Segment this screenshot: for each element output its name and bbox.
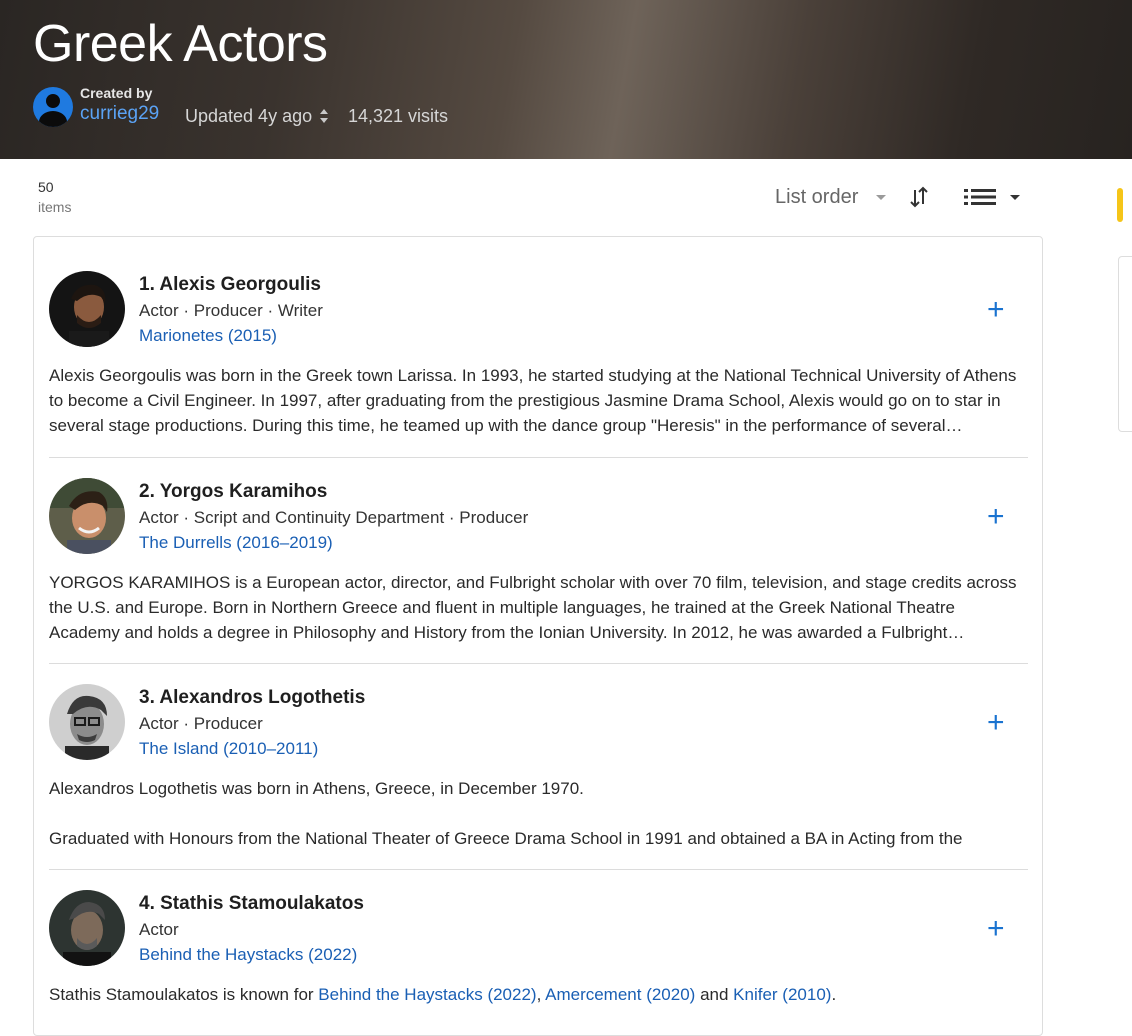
accent-bar [1117, 188, 1123, 222]
bio-title-link[interactable]: Amercement (2020) [545, 985, 695, 1004]
bio-text: . [831, 985, 837, 1004]
actor-photo[interactable] [49, 478, 125, 554]
item-bio-line: Graduated with Honours from the National… [49, 829, 963, 848]
actor-photo[interactable] [49, 684, 125, 760]
known-for-link[interactable]: Marionetes (2015) [139, 326, 277, 346]
add-to-list-button[interactable]: + [987, 708, 1005, 738]
item-roles: Actor · Script and Continuity Department… [139, 508, 529, 527]
list-view-icon[interactable] [963, 187, 997, 207]
item-roles: Actor [139, 920, 179, 939]
list-header: Greek Actors Created by currieg29 Update… [0, 0, 1132, 159]
sort-direction-icon[interactable] [908, 184, 930, 210]
item-count-label: items [38, 199, 72, 215]
item-title[interactable]: 1. Alexis Georgoulis [139, 274, 321, 296]
bio-title-link[interactable]: Knifer (2010) [733, 985, 831, 1004]
item-roles: Actor · Producer · Writer [139, 301, 323, 320]
item-title[interactable]: 4. Stathis Stamoulakatos [139, 893, 364, 915]
item-divider [49, 663, 1028, 664]
created-by-label: Created by [80, 85, 153, 101]
title-list: 1. Alexis Georgoulis Actor · Producer · … [33, 236, 1043, 1036]
item-divider [49, 869, 1028, 870]
add-to-list-button[interactable]: + [987, 502, 1005, 532]
item-title[interactable]: 2. Yorgos Karamihos [139, 481, 327, 503]
visit-count: 14,321 visits [348, 106, 449, 126]
bio-text: Stathis Stamoulakatos is known for [49, 985, 319, 1004]
item-roles: Actor · Producer [139, 714, 263, 733]
view-chevron-down-icon[interactable] [1010, 195, 1020, 200]
actor-photo[interactable] [49, 271, 125, 347]
bio-text: , [536, 985, 546, 1004]
page-title: Greek Actors [33, 15, 328, 73]
item-bio: Alexis Georgoulis was born in the Greek … [49, 366, 1017, 435]
actor-photo[interactable] [49, 890, 125, 966]
item-title[interactable]: 3. Alexandros Logothetis [139, 687, 365, 709]
item-divider [49, 457, 1028, 458]
bio-title-link[interactable]: Behind the Haystacks (2022) [318, 985, 536, 1004]
updown-arrows-icon [320, 109, 328, 123]
known-for-link[interactable]: The Island (2010–2011) [139, 739, 318, 759]
avatar-icon[interactable] [33, 87, 73, 127]
chevron-down-icon[interactable] [876, 195, 886, 200]
known-for-link[interactable]: The Durrells (2016–2019) [139, 533, 333, 553]
item-bio: Stathis Stamoulakatos is known for Behin… [49, 982, 1028, 1007]
known-for-link[interactable]: Behind the Haystacks (2022) [139, 945, 357, 965]
item-bio: YORGOS KARAMIHOS is a European actor, di… [49, 573, 1017, 642]
item-bio-line: Alexandros Logothetis was born in Athens… [49, 779, 584, 798]
creator-link[interactable]: currieg29 [80, 103, 159, 125]
updated-text: Updated 4y ago [185, 106, 313, 126]
bio-text: and [695, 985, 734, 1004]
sort-select[interactable]: List order [775, 186, 858, 209]
item-count: 50 [38, 179, 54, 195]
add-to-list-button[interactable]: + [987, 914, 1005, 944]
add-to-list-button[interactable]: + [987, 295, 1005, 325]
side-panel [1118, 256, 1132, 432]
